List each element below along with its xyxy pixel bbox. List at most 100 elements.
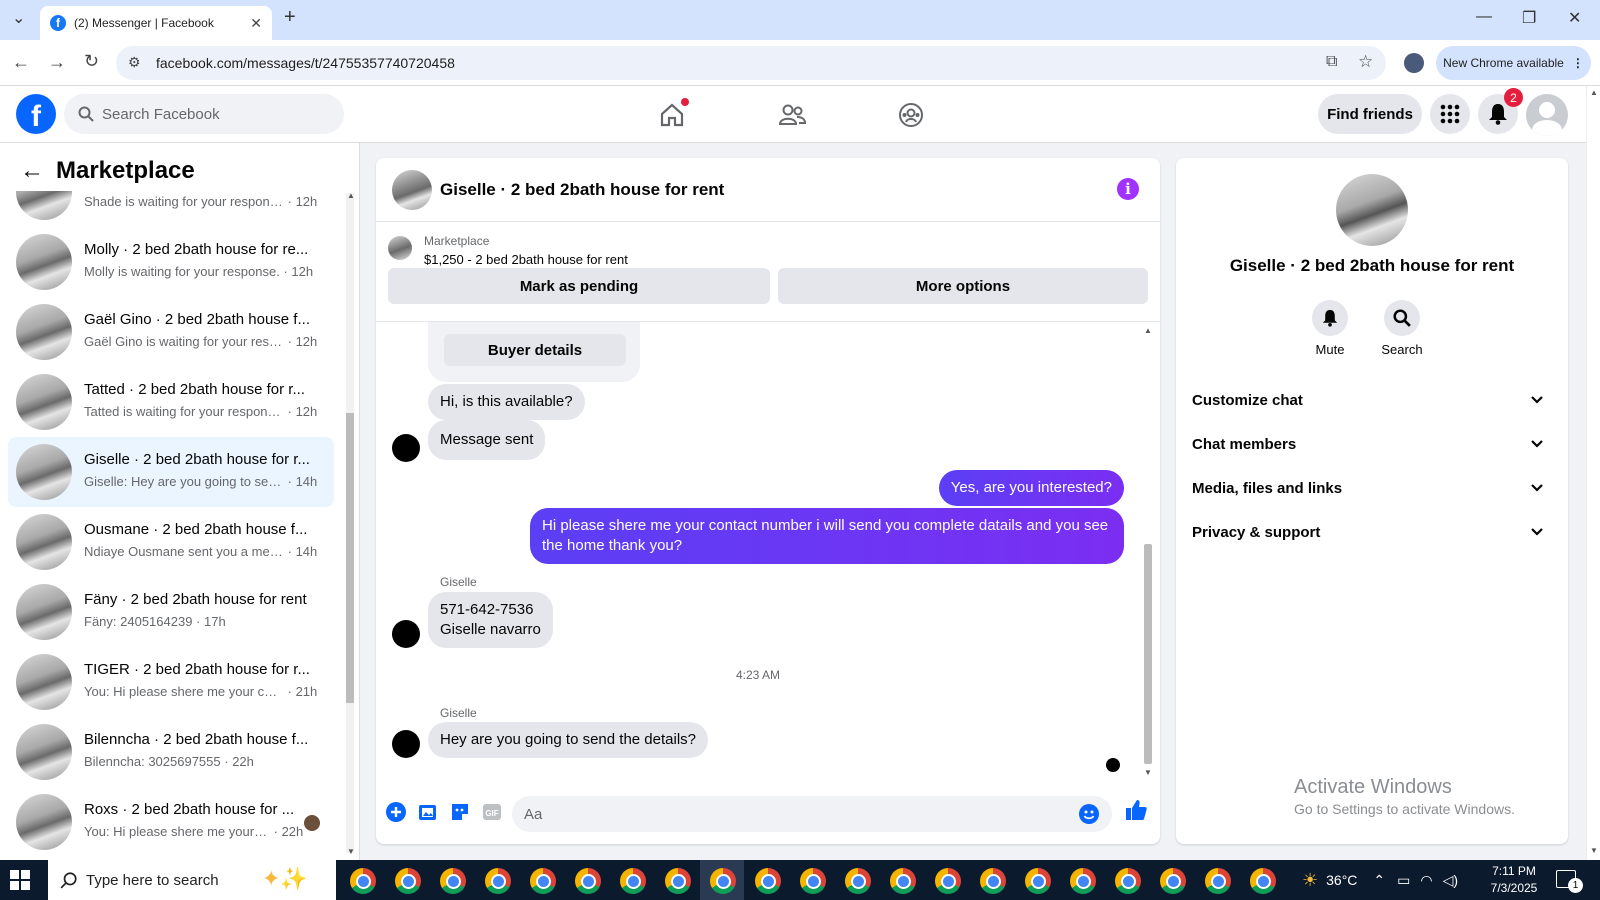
new-chrome-available-button[interactable]: New Chrome available ⋮	[1436, 46, 1591, 80]
conversation-item[interactable]: Gaël Gino · 2 bed 2bath house f... Gaël …	[8, 297, 334, 367]
home-icon[interactable]	[655, 98, 689, 132]
forward-icon[interactable]: →	[48, 52, 66, 73]
new-chrome-label: New Chrome available	[1443, 56, 1564, 70]
back-arrow-icon[interactable]: ←	[20, 157, 44, 185]
media-files-links-row[interactable]: Media, files and links	[1192, 466, 1552, 510]
reload-icon[interactable]: ↻	[84, 51, 99, 72]
message-input[interactable]: Aa	[512, 796, 1112, 832]
close-tab-icon[interactable]: ✕	[250, 15, 262, 32]
chrome-app-icon[interactable]	[665, 868, 691, 894]
conversation-info-icon[interactable]: i	[1117, 178, 1139, 200]
find-friends-button[interactable]: Find friends	[1318, 94, 1422, 134]
conversation-item[interactable]: Roxs · 2 bed 2bath house for ... You: Hi…	[8, 787, 334, 857]
new-tab-icon[interactable]: +	[284, 6, 296, 29]
minimize-icon[interactable]: —	[1476, 8, 1492, 26]
windows-start-icon[interactable]	[10, 870, 30, 890]
conversation-item[interactable]: Tatted · 2 bed 2bath house for r... Tatt…	[8, 367, 334, 437]
privacy-support-row[interactable]: Privacy & support	[1192, 510, 1552, 554]
chrome-app-icon[interactable]	[845, 868, 871, 894]
listing-photo[interactable]	[1336, 174, 1408, 246]
account-avatar[interactable]	[1526, 94, 1568, 136]
attach-photo-icon[interactable]	[416, 800, 440, 824]
more-actions-plus-icon[interactable]	[384, 800, 408, 824]
chrome-app-icon[interactable]	[800, 868, 826, 894]
taskbar-search-input[interactable]: Type here to search ✦✨	[48, 860, 336, 900]
friends-icon[interactable]	[775, 98, 809, 132]
restore-icon[interactable]: ❐	[1522, 8, 1536, 28]
listing-price-title[interactable]: $1,250 - 2 bed 2bath house for rent	[424, 252, 628, 267]
chrome-app-icon[interactable]	[1160, 868, 1186, 894]
facebook-logo-icon[interactable]: f	[16, 94, 56, 134]
groups-icon[interactable]	[894, 98, 928, 132]
chrome-app-icon[interactable]	[1205, 868, 1231, 894]
back-icon[interactable]: ←	[12, 52, 30, 73]
chrome-app-icon[interactable]	[620, 868, 646, 894]
bookmark-star-icon[interactable]: ☆	[1358, 52, 1373, 72]
chrome-app-icon[interactable]	[575, 868, 601, 894]
scroll-down-arrow-icon[interactable]: ▼	[347, 847, 355, 856]
chrome-app-icon[interactable]	[1115, 868, 1141, 894]
taskbar-clock[interactable]: 7:11 PM 7/3/2025	[1476, 863, 1552, 897]
chrome-app-icon[interactable]	[1025, 868, 1051, 894]
weather-icon[interactable]: ☀	[1302, 870, 1318, 891]
sidebar-scrollbar-thumb[interactable]	[346, 413, 354, 703]
chrome-app-icon[interactable]	[485, 868, 511, 894]
chat-scrollbar-thumb[interactable]	[1144, 544, 1152, 764]
conversation-item[interactable]: Molly · 2 bed 2bath house for re... Moll…	[8, 227, 334, 297]
browser-tab[interactable]: f (2) Messenger | Facebook ✕	[40, 6, 272, 40]
scroll-down-arrow-icon[interactable]: ▼	[1144, 768, 1152, 777]
sender-avatar[interactable]	[392, 730, 420, 758]
site-info-icon[interactable]: ⚙	[128, 54, 141, 71]
more-options-button[interactable]: More options	[778, 268, 1148, 304]
chrome-app-icon[interactable]	[1070, 868, 1096, 894]
conversation-item[interactable]: Bilenncha · 2 bed 2bath house f... Bilen…	[8, 717, 334, 787]
chat-members-row[interactable]: Chat members	[1192, 422, 1552, 466]
chrome-app-icon-active[interactable]	[710, 868, 736, 894]
sender-avatar[interactable]	[392, 620, 420, 648]
chat-thumbnail[interactable]	[392, 170, 432, 210]
chrome-app-icon[interactable]	[440, 868, 466, 894]
buyer-details-button[interactable]: Buyer details	[444, 334, 626, 366]
chrome-app-icon[interactable]	[755, 868, 781, 894]
conversation-item[interactable]: Fäny · 2 bed 2bath house for rent Fäny: …	[8, 577, 334, 647]
sticker-icon[interactable]	[448, 800, 472, 824]
chrome-app-icon[interactable]	[395, 868, 421, 894]
page-scrollbar[interactable]: ▲ ▼	[1586, 86, 1600, 860]
chrome-app-icon[interactable]	[890, 868, 916, 894]
conversation-item[interactable]: Ousmane · 2 bed 2bath house f... Ndiaye …	[8, 507, 334, 577]
menu-grid-icon[interactable]	[1430, 94, 1470, 134]
sender-avatar[interactable]	[392, 434, 420, 462]
conversation-item[interactable]: Shade is waiting for your response. · 12…	[8, 191, 334, 227]
volume-icon[interactable]: ◁)	[1443, 872, 1458, 889]
facebook-search-input[interactable]: Search Facebook	[64, 94, 344, 134]
install-app-icon[interactable]: ⧉	[1326, 53, 1337, 71]
url-input[interactable]: ⚙ facebook.com/messages/t/24755357740720…	[116, 46, 1386, 80]
chrome-app-icon[interactable]	[980, 868, 1006, 894]
scroll-up-arrow-icon[interactable]: ▲	[347, 191, 355, 200]
scroll-up-arrow-icon[interactable]: ▲	[1144, 326, 1152, 335]
chrome-app-icon[interactable]	[935, 868, 961, 894]
mute-button[interactable]: Mute	[1290, 300, 1370, 357]
chrome-app-icon[interactable]	[350, 868, 376, 894]
chrome-app-icon[interactable]	[530, 868, 556, 894]
customize-chat-row[interactable]: Customize chat	[1192, 378, 1552, 422]
show-hidden-icons-chevron-icon[interactable]: ⌃	[1373, 872, 1385, 889]
mark-as-pending-button[interactable]: Mark as pending	[388, 268, 770, 304]
chrome-app-icon[interactable]	[1250, 868, 1276, 894]
profile-icon[interactable]	[1404, 53, 1424, 73]
tab-search-icon[interactable]: ⌄	[12, 8, 25, 28]
search-in-conversation-button[interactable]: Search	[1362, 300, 1442, 357]
thumbs-up-like-icon[interactable]	[1124, 798, 1148, 822]
battery-icon[interactable]: ▭	[1397, 872, 1410, 889]
gif-icon[interactable]: GIF	[480, 800, 504, 824]
conversation-item-active[interactable]: Giselle · 2 bed 2bath house for r... Gis…	[8, 437, 334, 507]
wifi-icon[interactable]: ◠	[1420, 872, 1432, 889]
temperature-text[interactable]: 36°C	[1326, 872, 1357, 888]
scroll-up-arrow-icon[interactable]: ▲	[1590, 88, 1598, 97]
emoji-icon[interactable]	[1078, 803, 1100, 829]
listing-thumbnail[interactable]	[388, 236, 412, 260]
chat-title[interactable]: Giselle · 2 bed 2bath house for rent	[440, 180, 724, 200]
close-window-icon[interactable]: ✕	[1568, 8, 1581, 28]
conversation-item[interactable]: TIGER · 2 bed 2bath house for r... You: …	[8, 647, 334, 717]
scroll-down-arrow-icon[interactable]: ▼	[1590, 846, 1598, 855]
